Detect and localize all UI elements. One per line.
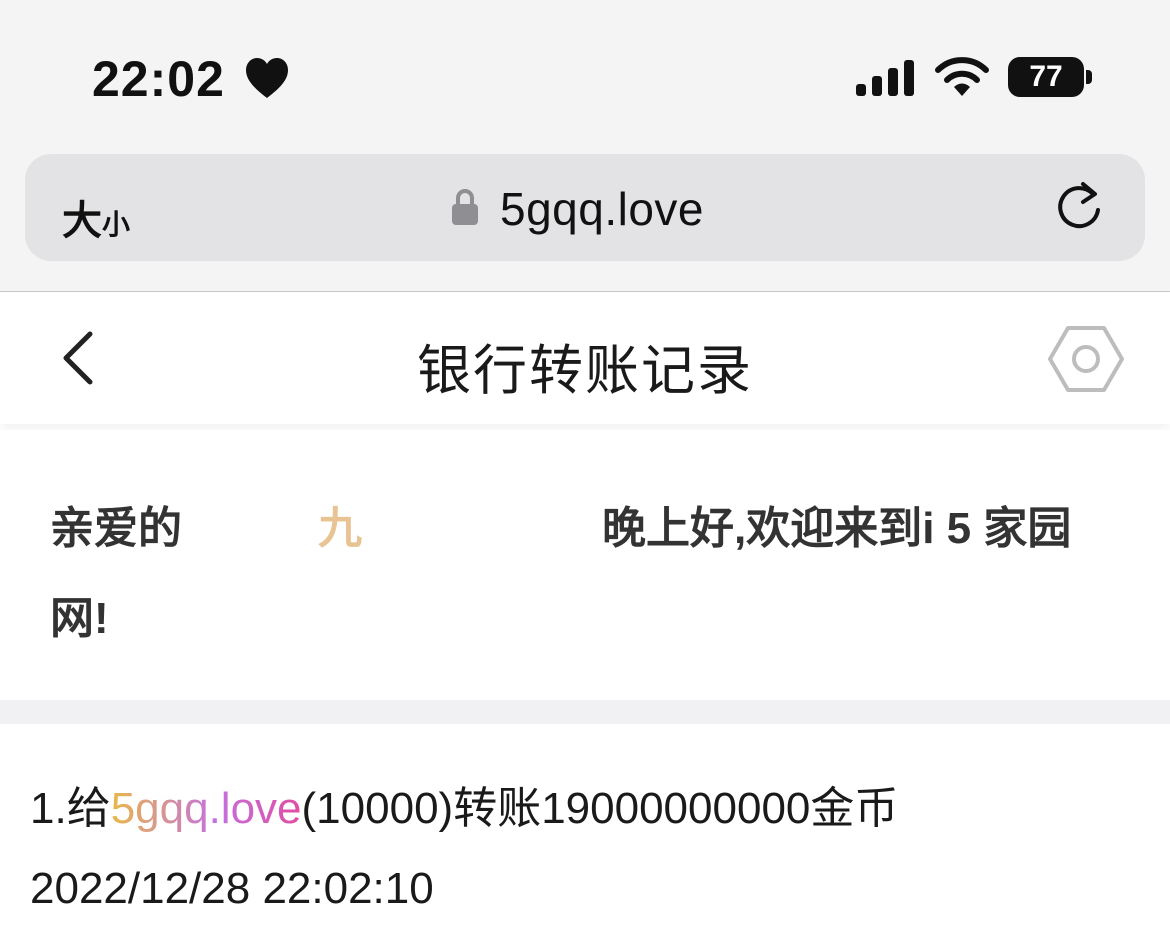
recipient-id: (10000) [301, 784, 454, 833]
url-text[interactable]: 5gqq.love [500, 182, 704, 236]
battery-level: 77 [1029, 60, 1063, 93]
welcome-line2: 网! [50, 594, 109, 643]
record-index: 1. [30, 784, 67, 833]
text-size-big: 大 [62, 199, 102, 243]
user-name: 九 [318, 504, 362, 553]
welcome-prefix: 亲爱的 [50, 504, 182, 553]
settings-icon[interactable] [1048, 324, 1124, 394]
section-separator [0, 700, 1170, 724]
record-timestamp: 2022/12/28 22:02:10 [30, 864, 434, 913]
status-time: 22:02 [92, 51, 225, 107]
record-description: 1.给5gqq.love(10000)转账19000000000金币 [30, 772, 898, 836]
text-size-button[interactable]: 大小 [62, 188, 130, 246]
signal-icon [856, 60, 914, 96]
battery-icon: 77 [1008, 57, 1084, 97]
record-text-after: 转账19000000000金币 [453, 784, 899, 833]
text-size-small: 小 [102, 209, 131, 240]
heart-icon [246, 58, 288, 98]
welcome-panel [0, 430, 1170, 700]
lock-icon [452, 189, 478, 225]
welcome-suffix: 晚上好,欢迎来到i 5 家园 [602, 504, 1072, 553]
recipient-link[interactable]: 5gqq.love [111, 784, 302, 833]
reload-icon[interactable] [1053, 180, 1107, 234]
battery-nub [1086, 70, 1092, 84]
page-title: 银行转账记录 [417, 341, 753, 401]
wifi-icon [935, 57, 989, 96]
record-text-before: 给 [66, 784, 111, 833]
